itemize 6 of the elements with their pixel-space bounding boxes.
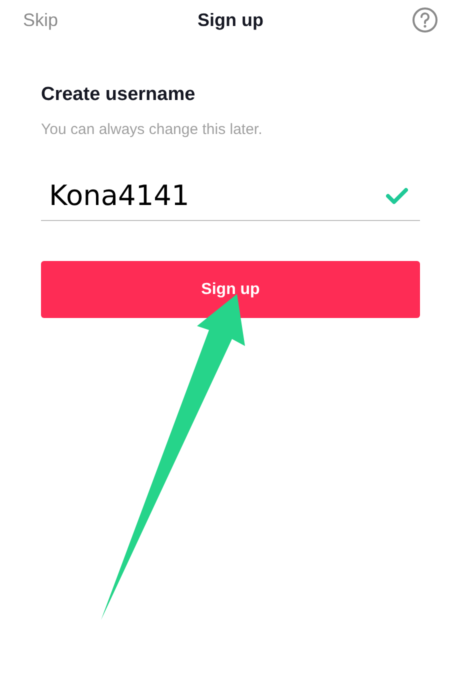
form-heading: Create username (41, 84, 196, 107)
sign-up-button[interactable]: Sign up (41, 261, 420, 318)
page-title: Sign up (198, 8, 264, 32)
skip-button[interactable]: Skip (23, 6, 58, 34)
help-icon[interactable] (412, 7, 438, 33)
hint-text: You can always change this later. (41, 120, 264, 140)
